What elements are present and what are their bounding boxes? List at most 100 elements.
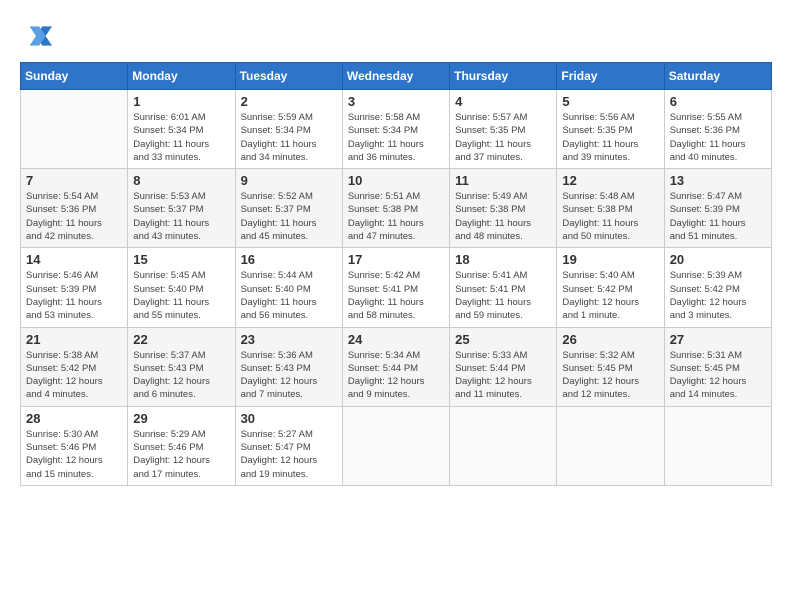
day-info: Sunrise: 5:47 AMSunset: 5:39 PMDaylight:… (670, 190, 766, 243)
day-info: Sunrise: 5:30 AMSunset: 5:46 PMDaylight:… (26, 428, 122, 481)
calendar-week-4: 21 Sunrise: 5:38 AMSunset: 5:42 PMDayligh… (21, 327, 772, 406)
day-number: 25 (455, 332, 551, 347)
day-number: 15 (133, 252, 229, 267)
day-number: 9 (241, 173, 337, 188)
calendar-cell: 24 Sunrise: 5:34 AMSunset: 5:44 PMDayligh… (342, 327, 449, 406)
calendar-cell (450, 406, 557, 485)
day-number: 10 (348, 173, 444, 188)
day-info: Sunrise: 5:39 AMSunset: 5:42 PMDaylight:… (670, 269, 766, 322)
day-info: Sunrise: 5:38 AMSunset: 5:42 PMDaylight:… (26, 349, 122, 402)
page-header (20, 20, 772, 52)
day-info: Sunrise: 5:29 AMSunset: 5:46 PMDaylight:… (133, 428, 229, 481)
calendar-cell: 20 Sunrise: 5:39 AMSunset: 5:42 PMDayligh… (664, 248, 771, 327)
calendar-cell: 28 Sunrise: 5:30 AMSunset: 5:46 PMDayligh… (21, 406, 128, 485)
day-number: 1 (133, 94, 229, 109)
day-info: Sunrise: 5:44 AMSunset: 5:40 PMDaylight:… (241, 269, 337, 322)
calendar-cell: 17 Sunrise: 5:42 AMSunset: 5:41 PMDayligh… (342, 248, 449, 327)
day-number: 23 (241, 332, 337, 347)
calendar-cell: 10 Sunrise: 5:51 AMSunset: 5:38 PMDayligh… (342, 169, 449, 248)
header-day-tuesday: Tuesday (235, 63, 342, 90)
day-info: Sunrise: 5:53 AMSunset: 5:37 PMDaylight:… (133, 190, 229, 243)
header-day-wednesday: Wednesday (342, 63, 449, 90)
day-number: 18 (455, 252, 551, 267)
header-day-saturday: Saturday (664, 63, 771, 90)
day-info: Sunrise: 5:42 AMSunset: 5:41 PMDaylight:… (348, 269, 444, 322)
day-number: 30 (241, 411, 337, 426)
day-info: Sunrise: 5:51 AMSunset: 5:38 PMDaylight:… (348, 190, 444, 243)
day-number: 24 (348, 332, 444, 347)
calendar-cell (664, 406, 771, 485)
calendar-cell: 13 Sunrise: 5:47 AMSunset: 5:39 PMDayligh… (664, 169, 771, 248)
day-number: 22 (133, 332, 229, 347)
day-info: Sunrise: 5:31 AMSunset: 5:45 PMDaylight:… (670, 349, 766, 402)
calendar-cell: 16 Sunrise: 5:44 AMSunset: 5:40 PMDayligh… (235, 248, 342, 327)
calendar-cell: 4Sunrise: 5:57 AMSunset: 5:35 PMDaylight… (450, 90, 557, 169)
day-info: Sunrise: 5:37 AMSunset: 5:43 PMDaylight:… (133, 349, 229, 402)
day-number: 26 (562, 332, 658, 347)
calendar-table: SundayMondayTuesdayWednesdayThursdayFrid… (20, 62, 772, 486)
day-number: 8 (133, 173, 229, 188)
day-number: 27 (670, 332, 766, 347)
day-number: 11 (455, 173, 551, 188)
header-day-friday: Friday (557, 63, 664, 90)
calendar-cell: 14Sunrise: 5:46 AMSunset: 5:39 PMDayligh… (21, 248, 128, 327)
day-number: 16 (241, 252, 337, 267)
calendar-cell: 1 Sunrise: 6:01 AMSunset: 5:34 PMDaylight… (128, 90, 235, 169)
calendar-cell: 23Sunrise: 5:36 AMSunset: 5:43 PMDayligh… (235, 327, 342, 406)
calendar-cell: 27 Sunrise: 5:31 AMSunset: 5:45 PMDayligh… (664, 327, 771, 406)
day-info: Sunrise: 5:55 AMSunset: 5:36 PMDaylight:… (670, 111, 766, 164)
day-number: 3 (348, 94, 444, 109)
calendar-cell: 29 Sunrise: 5:29 AMSunset: 5:46 PMDayligh… (128, 406, 235, 485)
calendar-cell: 3 Sunrise: 5:58 AMSunset: 5:34 PMDaylight… (342, 90, 449, 169)
day-info: Sunrise: 5:34 AMSunset: 5:44 PMDaylight:… (348, 349, 444, 402)
calendar-cell: 7 Sunrise: 5:54 AMSunset: 5:36 PMDaylight… (21, 169, 128, 248)
calendar-cell: 26 Sunrise: 5:32 AMSunset: 5:45 PMDayligh… (557, 327, 664, 406)
day-number: 19 (562, 252, 658, 267)
calendar-cell: 25 Sunrise: 5:33 AMSunset: 5:44 PMDayligh… (450, 327, 557, 406)
day-info: Sunrise: 5:58 AMSunset: 5:34 PMDaylight:… (348, 111, 444, 164)
calendar-cell: 5 Sunrise: 5:56 AMSunset: 5:35 PMDaylight… (557, 90, 664, 169)
day-info: Sunrise: 5:48 AMSunset: 5:38 PMDaylight:… (562, 190, 658, 243)
calendar-cell: 6 Sunrise: 5:55 AMSunset: 5:36 PMDaylight… (664, 90, 771, 169)
day-info: Sunrise: 5:52 AMSunset: 5:37 PMDaylight:… (241, 190, 337, 243)
day-number: 20 (670, 252, 766, 267)
day-info: Sunrise: 5:45 AMSunset: 5:40 PMDaylight:… (133, 269, 229, 322)
header-day-monday: Monday (128, 63, 235, 90)
calendar-cell: 15 Sunrise: 5:45 AMSunset: 5:40 PMDayligh… (128, 248, 235, 327)
calendar-header-row: SundayMondayTuesdayWednesdayThursdayFrid… (21, 63, 772, 90)
calendar-cell: 19 Sunrise: 5:40 AMSunset: 5:42 PMDayligh… (557, 248, 664, 327)
calendar-cell: 22 Sunrise: 5:37 AMSunset: 5:43 PMDayligh… (128, 327, 235, 406)
day-info: Sunrise: 6:01 AMSunset: 5:34 PMDaylight:… (133, 111, 229, 164)
header-day-sunday: Sunday (21, 63, 128, 90)
calendar-cell: 21 Sunrise: 5:38 AMSunset: 5:42 PMDayligh… (21, 327, 128, 406)
day-number: 14 (26, 252, 122, 267)
day-info: Sunrise: 5:32 AMSunset: 5:45 PMDaylight:… (562, 349, 658, 402)
day-info: Sunrise: 5:27 AMSunset: 5:47 PMDaylight:… (241, 428, 337, 481)
day-info: Sunrise: 5:40 AMSunset: 5:42 PMDaylight:… (562, 269, 658, 322)
calendar-week-5: 28 Sunrise: 5:30 AMSunset: 5:46 PMDayligh… (21, 406, 772, 485)
day-info: Sunrise: 5:33 AMSunset: 5:44 PMDaylight:… (455, 349, 551, 402)
day-number: 12 (562, 173, 658, 188)
calendar-cell: 18 Sunrise: 5:41 AMSunset: 5:41 PMDayligh… (450, 248, 557, 327)
day-info: Sunrise: 5:57 AMSunset: 5:35 PMDaylight:… (455, 111, 551, 164)
day-number: 13 (670, 173, 766, 188)
calendar-cell: 11 Sunrise: 5:49 AMSunset: 5:38 PMDayligh… (450, 169, 557, 248)
header-day-thursday: Thursday (450, 63, 557, 90)
calendar-cell: 30 Sunrise: 5:27 AMSunset: 5:47 PMDayligh… (235, 406, 342, 485)
day-number: 29 (133, 411, 229, 426)
logo (20, 20, 56, 52)
day-number: 21 (26, 332, 122, 347)
calendar-cell (342, 406, 449, 485)
day-info: Sunrise: 5:56 AMSunset: 5:35 PMDaylight:… (562, 111, 658, 164)
day-info: Sunrise: 5:41 AMSunset: 5:41 PMDaylight:… (455, 269, 551, 322)
day-number: 17 (348, 252, 444, 267)
day-info: Sunrise: 5:59 AMSunset: 5:34 PMDaylight:… (241, 111, 337, 164)
calendar-cell (21, 90, 128, 169)
calendar-week-2: 7 Sunrise: 5:54 AMSunset: 5:36 PMDaylight… (21, 169, 772, 248)
day-number: 28 (26, 411, 122, 426)
day-info: Sunrise: 5:49 AMSunset: 5:38 PMDaylight:… (455, 190, 551, 243)
day-info: Sunrise: 5:54 AMSunset: 5:36 PMDaylight:… (26, 190, 122, 243)
day-number: 7 (26, 173, 122, 188)
day-number: 5 (562, 94, 658, 109)
day-number: 6 (670, 94, 766, 109)
